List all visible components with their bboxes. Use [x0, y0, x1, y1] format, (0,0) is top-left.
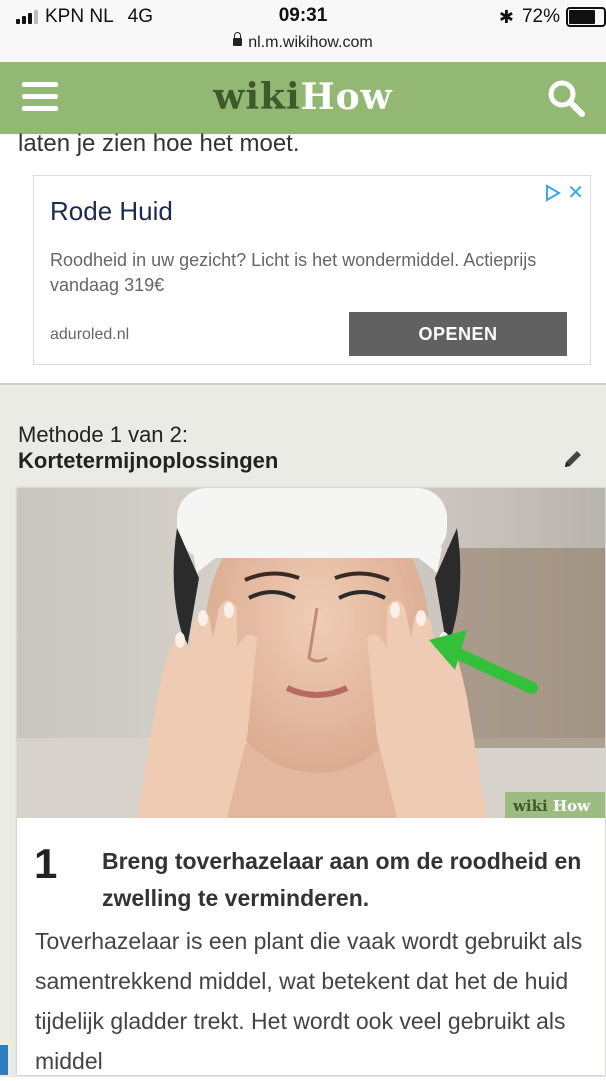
- method-title: Kortetermijnoplossingen: [18, 448, 279, 473]
- ad-domain: aduroled.nl: [50, 326, 130, 343]
- adchoices-icon[interactable]: [545, 183, 562, 202]
- ad-title[interactable]: Rode Huid: [50, 196, 173, 227]
- status-bar: KPN NL 4G 09:31 nl.m.wikihow.com ✱ 72%: [0, 0, 606, 62]
- edit-pencil-icon[interactable]: [562, 448, 584, 475]
- battery-percent: 72%: [521, 6, 560, 27]
- ad-description: Roodheid in uw gezicht? Licht is het won…: [50, 250, 537, 295]
- url-text: nl.m.wikihow.com: [248, 34, 373, 51]
- ad-close-icon[interactable]: ✕: [567, 180, 584, 205]
- logo-how: How: [300, 76, 393, 118]
- watermark-how: How: [553, 797, 591, 815]
- bluetooth-icon: ✱: [498, 6, 514, 27]
- step-number: 1: [34, 840, 58, 887]
- battery-icon: [566, 7, 606, 27]
- site-logo[interactable]: wikiHow: [0, 76, 606, 118]
- edge-indicator: [0, 1045, 8, 1075]
- method-label: Methode 1 van 2:: [18, 422, 189, 447]
- step-body: Toverhazelaar is een plant die vaak word…: [35, 928, 583, 1074]
- ad-choices[interactable]: ✕: [545, 180, 584, 205]
- search-icon[interactable]: [546, 78, 586, 118]
- battery-fill: [569, 10, 595, 24]
- step-image[interactable]: wiki How: [17, 488, 605, 818]
- ad-block[interactable]: ✕ Rode Huid Roodheid in uw gezicht? Lich…: [33, 175, 591, 365]
- watermark-wiki: wiki: [512, 797, 548, 815]
- method-heading: Methode 1 van 2: Kortetermijnoplossingen: [18, 422, 278, 474]
- lock-icon: [233, 32, 243, 46]
- url-bar[interactable]: nl.m.wikihow.com: [0, 32, 606, 52]
- step-title: Breng toverhazelaar aan om de roodheid e…: [102, 848, 582, 911]
- status-right: ✱ 72%: [499, 6, 606, 28]
- ad-open-button[interactable]: OPENEN: [349, 312, 567, 356]
- site-header: wikiHow: [0, 62, 606, 134]
- intro-text: laten je zien hoe het moet.: [18, 130, 300, 157]
- logo-wiki: wiki: [213, 76, 301, 118]
